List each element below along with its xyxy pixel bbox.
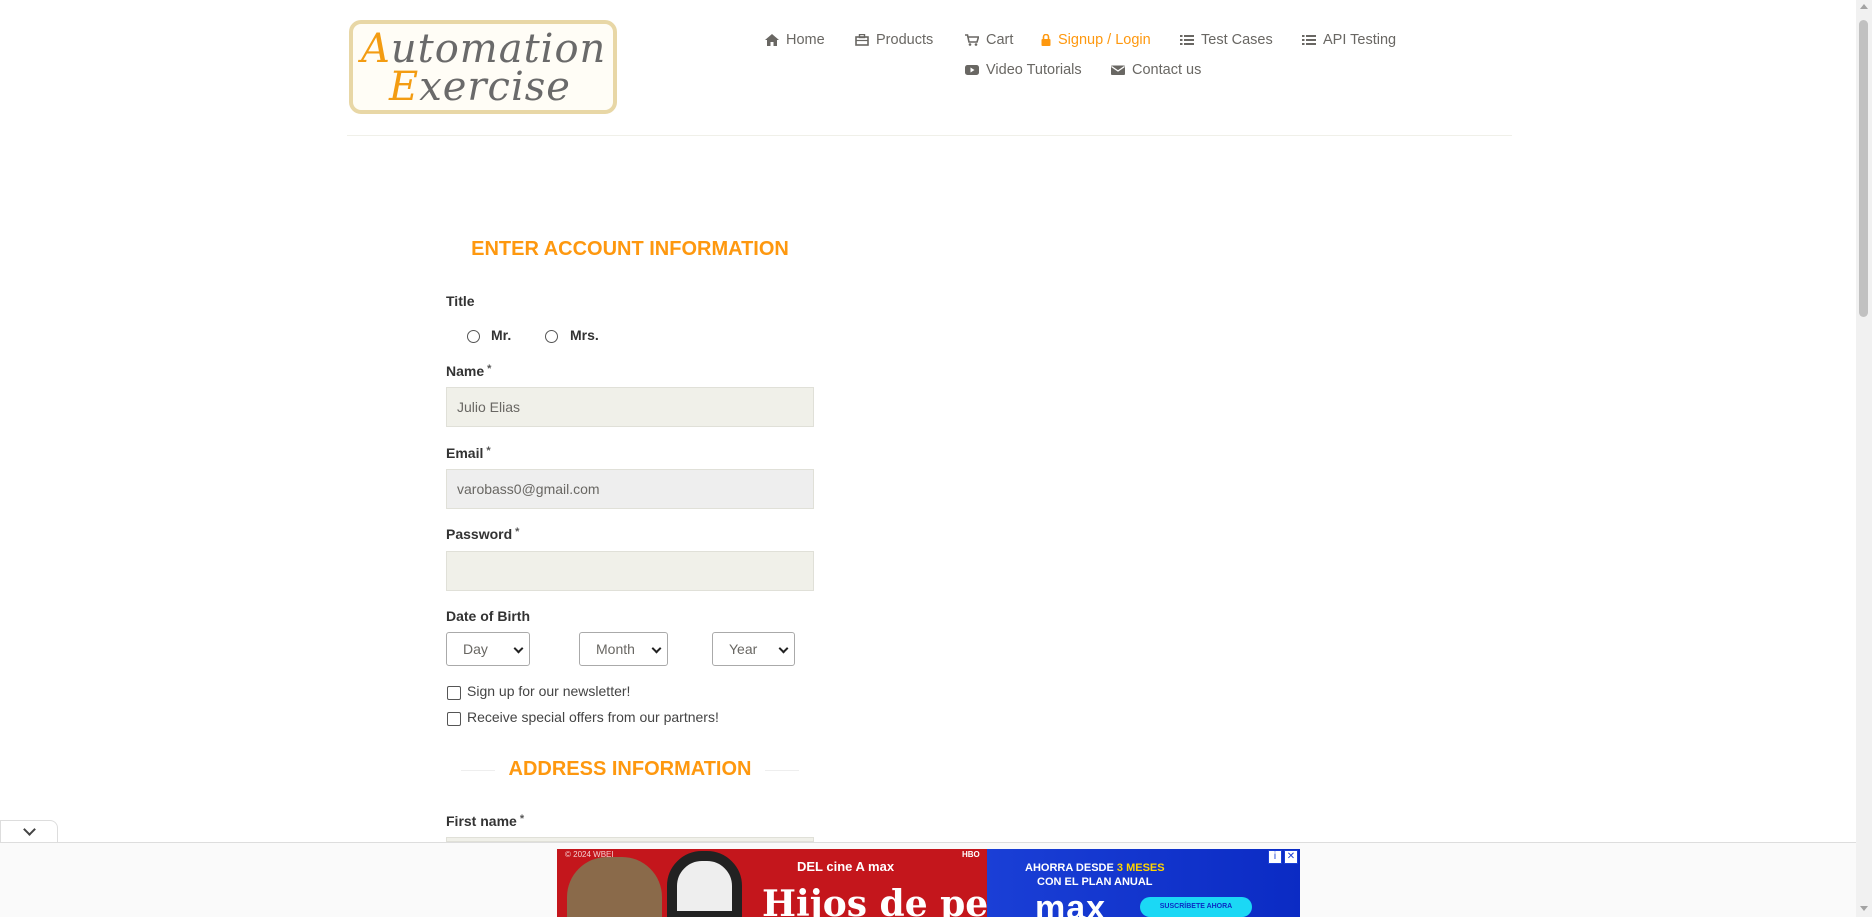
- dob-month-select[interactable]: Month: [579, 632, 668, 666]
- nav-test-cases[interactable]: Test Cases: [1180, 32, 1273, 48]
- nav-signup-login-label: Signup / Login: [1058, 32, 1151, 48]
- list-icon: [1180, 35, 1194, 45]
- required-asterisk: *: [515, 526, 520, 538]
- ad-brand-logo: max: [1035, 889, 1107, 917]
- ad-network-logo: HBO: [962, 850, 980, 859]
- scroll-thumb[interactable]: [1859, 20, 1868, 317]
- page-scrollbar[interactable]: [1856, 0, 1872, 917]
- nav-cart[interactable]: Cart: [965, 32, 1013, 48]
- title-mrs-radio[interactable]: [545, 330, 558, 343]
- ad-info-icon[interactable]: i: [1268, 850, 1282, 864]
- nav-home-label: Home: [786, 32, 825, 48]
- lock-icon: [1041, 34, 1051, 46]
- dog-image: [667, 851, 742, 917]
- nav-video-tutorials[interactable]: Video Tutorials: [965, 62, 1082, 78]
- nav-api-testing[interactable]: API Testing: [1302, 32, 1396, 48]
- products-icon: [855, 34, 869, 46]
- nav-contact-us-label: Contact us: [1132, 62, 1202, 78]
- dog-image: [567, 857, 662, 917]
- title-mrs-label[interactable]: Mrs.: [570, 327, 599, 343]
- nav-products-label: Products: [876, 32, 934, 48]
- ad-collapse-toggle[interactable]: [0, 820, 58, 844]
- youtube-icon: [965, 65, 979, 75]
- dob-day-select[interactable]: Day: [446, 632, 530, 666]
- address-section-heading: ADDRESS INFORMATION: [446, 758, 814, 781]
- ad-cta-button[interactable]: SUSCRÍBETE AHORA: [1140, 897, 1252, 917]
- home-icon: [765, 34, 779, 46]
- list-icon: [1302, 35, 1316, 45]
- title-mr-radio[interactable]: [467, 330, 480, 343]
- offers-checkbox[interactable]: [447, 712, 461, 726]
- title-label: Title: [446, 293, 475, 309]
- required-asterisk: *: [486, 445, 491, 457]
- envelope-icon: [1111, 65, 1125, 75]
- email-input[interactable]: varobass0@gmail.com: [446, 469, 814, 509]
- nav-api-testing-label: API Testing: [1323, 32, 1397, 48]
- nav-video-tutorials-label: Video Tutorials: [986, 62, 1082, 78]
- nav-signup-login[interactable]: Signup / Login: [1041, 32, 1151, 48]
- account-section-heading: ENTER ACCOUNT INFORMATION: [446, 238, 814, 261]
- site-header: Automation Exercise Home Products Cart S…: [347, 0, 1512, 136]
- nav-products[interactable]: Products: [855, 32, 933, 48]
- nav-home[interactable]: Home: [765, 32, 825, 48]
- cart-icon: [965, 34, 979, 46]
- required-asterisk: *: [519, 813, 525, 825]
- logo-cap-a: A: [361, 26, 391, 72]
- dob-year-select[interactable]: Year: [712, 632, 795, 666]
- chevron-down-icon: [651, 643, 662, 654]
- site-logo[interactable]: Automation Exercise: [349, 20, 617, 114]
- offers-label[interactable]: Receive special offers from our partners…: [467, 709, 719, 725]
- required-asterisk: *: [487, 363, 492, 375]
- scroll-down-arrow-icon[interactable]: [1860, 906, 1868, 911]
- title-mr-label[interactable]: Mr.: [491, 327, 511, 343]
- name-input[interactable]: Julio Elias: [446, 387, 814, 427]
- first-name-label: First name *: [446, 813, 525, 829]
- nav-contact-us[interactable]: Contact us: [1111, 62, 1201, 78]
- address-section-title: ADDRESS INFORMATION: [494, 758, 766, 780]
- newsletter-checkbox[interactable]: [447, 686, 461, 700]
- newsletter-label[interactable]: Sign up for our newsletter!: [467, 683, 630, 699]
- ad-copyright: © 2024 WBEI: [565, 850, 614, 859]
- name-label: Name *: [446, 363, 492, 379]
- password-input[interactable]: [446, 551, 814, 591]
- email-label: Email *: [446, 445, 491, 461]
- close-icon[interactable]: ✕: [1284, 850, 1298, 864]
- account-section-title: ENTER ACCOUNT INFORMATION: [457, 238, 803, 260]
- chevron-down-icon: [513, 643, 524, 654]
- ad-banner[interactable]: © 2024 WBEI HBO DEL cine A max Hijos de …: [557, 849, 1300, 917]
- chevron-down-icon: [778, 643, 789, 654]
- scroll-up-arrow-icon[interactable]: [1860, 4, 1868, 9]
- nav-test-cases-label: Test Cases: [1201, 32, 1273, 48]
- chevron-down-icon: [23, 823, 36, 836]
- password-label: Password *: [446, 526, 520, 542]
- logo-cap-e: E: [389, 64, 420, 110]
- dob-label: Date of Birth: [446, 608, 530, 624]
- ad-cine-line: DEL cine A max: [797, 859, 895, 874]
- ad-offer: AHORRA DESDE 3 MESES CON EL PLAN ANUAL: [1025, 862, 1165, 888]
- logo-text-line2: xercise: [419, 64, 571, 110]
- nav-cart-label: Cart: [986, 32, 1014, 48]
